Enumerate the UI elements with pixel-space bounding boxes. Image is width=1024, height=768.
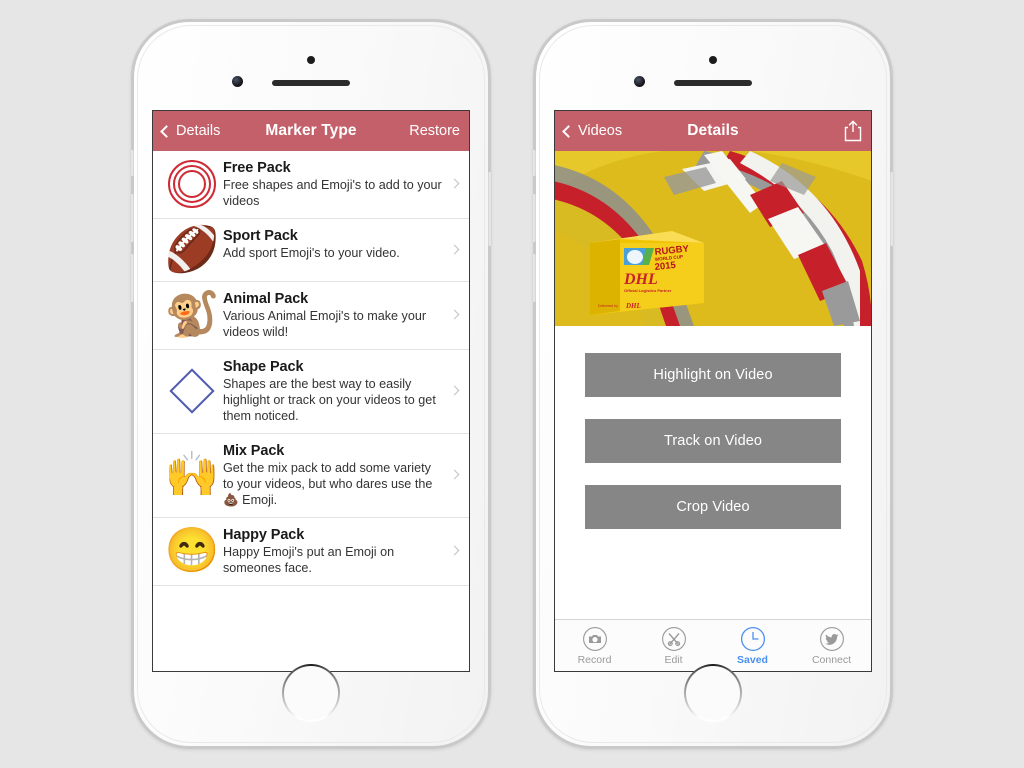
tab-label: Connect [811, 653, 852, 666]
pack-text: Mix Pack Get the mix pack to add some va… [223, 442, 460, 509]
pack-title: Sport Pack [223, 227, 298, 244]
pack-text: Free Pack Free shapes and Emoji's to add… [223, 159, 460, 210]
tab-label: Edit [664, 653, 683, 666]
list-item[interactable]: 🐒 Animal Pack Various Animal Emoji's to … [153, 282, 469, 350]
pack-text: Sport Pack Add sport Emoji's to your vid… [223, 227, 460, 262]
tab-record[interactable]: Record [555, 620, 634, 671]
highlight-on-video-button[interactable]: Highlight on Video [585, 353, 841, 397]
volume-down-button[interactable] [130, 254, 134, 302]
restore-button[interactable]: Restore [409, 123, 460, 139]
tab-label: Saved [737, 653, 768, 666]
volume-down-button[interactable] [532, 254, 536, 302]
pack-title: Shape Pack [223, 358, 304, 375]
pack-subtitle: Free shapes and Emoji's to add to your v… [223, 178, 442, 208]
svg-text:Official Logistics Partner: Official Logistics Partner [624, 288, 672, 293]
iphone-device-right: Videos Details RUGBY WORLD CUP 2015 DHL … [532, 19, 894, 749]
monkey-emoji-icon: 🐒 [164, 290, 220, 340]
proximity-sensor-icon [307, 56, 315, 64]
track-on-video-button[interactable]: Track on Video [585, 419, 841, 463]
tab-connect[interactable]: Connect [792, 620, 871, 671]
pack-title: Happy Pack [223, 526, 305, 543]
tab-saved[interactable]: Saved [713, 620, 792, 671]
pack-title: Free Pack [223, 160, 291, 176]
screenshot-stage: Details Marker Type Restore Free Pack Fr… [0, 0, 1024, 768]
silence-switch[interactable] [130, 150, 134, 176]
pack-subtitle: Various Animal Emoji's to make your vide… [223, 308, 427, 339]
back-to-details-button[interactable]: Details [160, 123, 221, 139]
right-screen: Videos Details RUGBY WORLD CUP 2015 DHL … [554, 110, 872, 672]
list-item[interactable]: 🙌 Mix Pack Get the mix pack to add some … [153, 434, 469, 518]
crop-video-button[interactable]: Crop Video [585, 485, 841, 529]
earpiece-speaker-icon [674, 80, 752, 86]
pack-subtitle: Add sport Emoji's to your video. [223, 245, 400, 260]
video-thumbnail[interactable]: RUGBY WORLD CUP 2015 DHL Official Logist… [555, 151, 871, 326]
power-button[interactable] [890, 172, 894, 246]
svg-text:Delivered by: Delivered by [598, 304, 618, 308]
pack-subtitle: Shapes are the best way to easily highli… [223, 376, 436, 423]
dhl-box-graphic: RUGBY WORLD CUP 2015 DHL Official Logist… [590, 231, 704, 315]
raising-hands-emoji-icon: 🙌 [164, 450, 220, 500]
svg-text:DHL: DHL [623, 271, 658, 288]
twitter-icon [819, 626, 844, 651]
pack-title: Animal Pack [223, 290, 309, 307]
scissors-icon [661, 626, 686, 651]
list-item[interactable]: 🏈 Sport Pack Add sport Emoji's to your v… [153, 219, 469, 282]
video-actions: Highlight on Video Track on Video Crop V… [555, 326, 871, 619]
volume-up-button[interactable] [130, 194, 134, 242]
tab-edit[interactable]: Edit [634, 620, 713, 671]
svg-text:DHL: DHL [625, 302, 641, 310]
list-item[interactable]: Free Pack Free shapes and Emoji's to add… [153, 151, 469, 219]
concentric-rings-icon [161, 160, 223, 209]
pack-text: Happy Pack Happy Emoji's put an Emoji on… [223, 526, 460, 577]
chevron-left-icon [160, 124, 173, 138]
front-camera-icon [232, 76, 243, 87]
list-item[interactable]: Shape Pack Shapes are the best way to ea… [153, 350, 469, 434]
left-screen: Details Marker Type Restore Free Pack Fr… [152, 110, 470, 672]
back-button-label: Videos [578, 123, 623, 139]
front-camera-icon [634, 76, 645, 87]
chevron-left-icon [562, 124, 575, 138]
back-to-videos-button[interactable]: Videos [562, 123, 623, 139]
camera-icon [582, 626, 607, 651]
pack-title: Mix Pack [223, 442, 285, 459]
iphone-device-left: Details Marker Type Restore Free Pack Fr… [130, 19, 492, 749]
marker-pack-list: Free Pack Free shapes and Emoji's to add… [153, 151, 469, 671]
volume-up-button[interactable] [532, 194, 536, 242]
video-thumbnail-image: RUGBY WORLD CUP 2015 DHL Official Logist… [555, 151, 871, 326]
home-button[interactable] [684, 664, 742, 722]
silence-switch[interactable] [532, 150, 536, 176]
pack-subtitle: Get the mix pack to add some variety to … [223, 460, 433, 507]
earpiece-speaker-icon [272, 80, 350, 86]
share-icon [844, 120, 862, 142]
diamond-shape-icon [161, 368, 223, 415]
details-navbar: Videos Details [555, 111, 871, 151]
football-emoji-icon: 🏈 [164, 224, 220, 274]
pack-subtitle: Happy Emoji's put an Emoji on someones f… [223, 544, 395, 575]
grinning-face-emoji-icon: 😁 [164, 526, 220, 576]
pack-text: Animal Pack Various Animal Emoji's to ma… [223, 290, 460, 341]
proximity-sensor-icon [709, 56, 717, 64]
share-button[interactable] [844, 120, 862, 142]
back-button-label: Details [176, 123, 221, 139]
home-button[interactable] [282, 664, 340, 722]
clock-icon [740, 626, 765, 651]
marker-type-navbar: Details Marker Type Restore [153, 111, 469, 151]
pack-text: Shape Pack Shapes are the best way to ea… [223, 358, 460, 425]
list-item[interactable]: 😁 Happy Pack Happy Emoji's put an Emoji … [153, 518, 469, 586]
power-button[interactable] [488, 172, 492, 246]
tab-label: Record [577, 653, 612, 666]
